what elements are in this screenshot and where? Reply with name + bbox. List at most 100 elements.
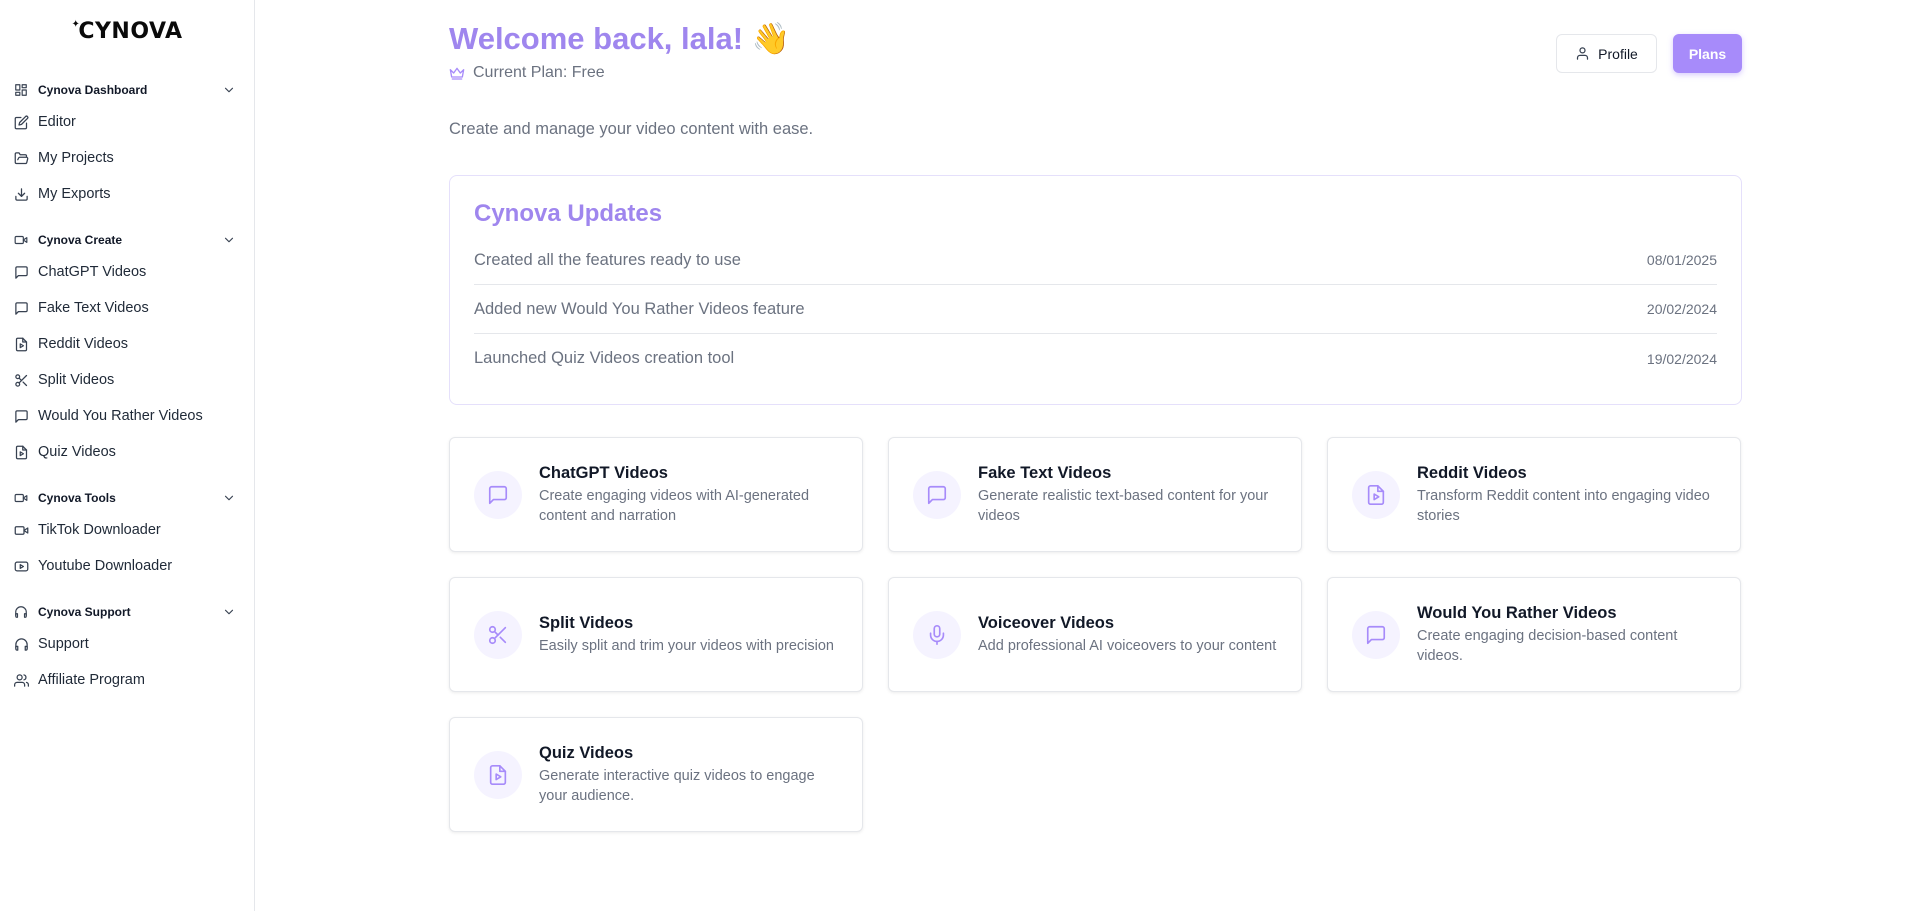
sidebar-item-label: TikTok Downloader xyxy=(38,522,161,538)
card-quiz-videos[interactable]: Quiz Videos Generate interactive quiz vi… xyxy=(449,717,863,832)
message-square-icon xyxy=(14,301,29,316)
card-description: Generate interactive quiz videos to enga… xyxy=(539,767,815,804)
current-plan: Current Plan: Free xyxy=(449,64,605,82)
card-title: Split Videos xyxy=(539,613,634,632)
message-square-icon xyxy=(14,265,29,280)
user-icon xyxy=(1575,46,1590,61)
message-square-icon xyxy=(14,409,29,424)
group-label: Cynova Support xyxy=(38,605,131,619)
chevron-down-icon[interactable] xyxy=(222,233,236,247)
update-row: Created all the features ready to use 08… xyxy=(474,236,1717,285)
card-title: ChatGPT Videos xyxy=(539,463,668,482)
chevron-down-icon[interactable] xyxy=(222,491,236,505)
sidebar-item-label: Split Videos xyxy=(38,372,115,388)
group-label: Cynova Dashboard xyxy=(38,83,148,97)
group-header-create[interactable]: Cynova Create xyxy=(0,226,254,254)
message-square-icon xyxy=(474,470,522,519)
card-title: Would You Rather Videos xyxy=(1417,603,1617,622)
video-icon xyxy=(14,233,28,247)
profile-button[interactable]: Profile xyxy=(1556,34,1657,73)
update-text: Added new Would You Rather Videos featur… xyxy=(474,299,805,318)
nav-group-support: Cynova Support Support Affiliate Program xyxy=(0,598,254,698)
youtube-icon xyxy=(14,559,29,574)
sidebar-item-would-you-rather-videos[interactable]: Would You Rather Videos xyxy=(0,398,254,434)
group-label: Cynova Create xyxy=(38,233,123,247)
sidebar-item-label: Reddit Videos xyxy=(38,336,129,352)
card-would-you-rather-videos[interactable]: Would You Rather Videos Create engaging … xyxy=(1327,577,1741,692)
users-icon xyxy=(14,673,29,688)
chevron-down-icon[interactable] xyxy=(222,605,236,619)
card-description: Transform Reddit content into engaging v… xyxy=(1417,487,1710,524)
chevron-down-icon[interactable] xyxy=(222,83,236,97)
sidebar-item-chatgpt-videos[interactable]: ChatGPT Videos xyxy=(0,254,254,290)
file-video-icon xyxy=(1352,470,1400,519)
updates-title: Cynova Updates xyxy=(474,200,663,227)
sidebar-item-quiz-videos[interactable]: Quiz Videos xyxy=(0,434,254,470)
logo-spark-icon: ✦ xyxy=(71,18,81,30)
edit-icon xyxy=(14,115,29,130)
nav-group-dashboard: Cynova Dashboard Editor My Projects My E… xyxy=(0,76,254,212)
sidebar-item-editor[interactable]: Editor xyxy=(0,104,254,140)
file-video-icon xyxy=(474,750,522,799)
sidebar-item-label: Support xyxy=(38,636,89,652)
update-row: Added new Would You Rather Videos featur… xyxy=(474,285,1717,334)
group-header-support[interactable]: Cynova Support xyxy=(0,598,254,626)
sidebar-item-my-projects[interactable]: My Projects xyxy=(0,140,254,176)
sidebar-item-label: My Projects xyxy=(38,150,114,166)
update-date: 20/02/2024 xyxy=(1646,301,1717,317)
card-title: Reddit Videos xyxy=(1417,463,1527,482)
sidebar-item-support[interactable]: Support xyxy=(0,626,254,662)
page-title: Welcome back, lala! 👋 xyxy=(449,21,791,56)
card-description: Create engaging decision-based content v… xyxy=(1417,627,1678,664)
message-square-icon xyxy=(913,470,961,519)
video-icon xyxy=(14,491,28,505)
card-chatgpt-videos[interactable]: ChatGPT Videos Create engaging videos wi… xyxy=(449,437,863,552)
card-description: Add professional AI voiceovers to your c… xyxy=(978,637,1277,654)
sidebar-item-reddit-videos[interactable]: Reddit Videos xyxy=(0,326,254,362)
message-square-icon xyxy=(1352,610,1400,659)
crown-icon xyxy=(449,65,465,81)
sidebar-item-label: Editor xyxy=(38,114,76,130)
scissors-icon xyxy=(474,610,522,659)
update-text: Launched Quiz Videos creation tool xyxy=(474,349,735,367)
headphones-icon xyxy=(14,637,29,652)
sidebar-item-label: Quiz Videos xyxy=(38,444,116,460)
feature-cards-grid: ChatGPT Videos Create engaging videos wi… xyxy=(449,437,1742,832)
card-reddit-videos[interactable]: Reddit Videos Transform Reddit content i… xyxy=(1327,437,1741,552)
sidebar: ✦ CYNOVA Cynova Dashboard Editor My Proje… xyxy=(0,0,255,911)
update-row: Launched Quiz Videos creation tool 19/02… xyxy=(474,334,1717,383)
card-split-videos[interactable]: Split Videos Easily split and trim your … xyxy=(449,577,863,692)
card-description: Generate realistic text-based content fo… xyxy=(978,487,1269,524)
update-date: 08/01/2025 xyxy=(1646,252,1717,268)
current-plan-text: Current Plan: Free xyxy=(473,64,605,81)
card-title: Fake Text Videos xyxy=(978,463,1112,482)
sidebar-item-split-videos[interactable]: Split Videos xyxy=(0,362,254,398)
group-header-tools[interactable]: Cynova Tools xyxy=(0,484,254,512)
sidebar-item-my-exports[interactable]: My Exports xyxy=(0,176,254,212)
card-title: Voiceover Videos xyxy=(978,613,1115,632)
download-icon xyxy=(14,187,29,202)
updates-panel: Cynova Updates Created all the features … xyxy=(449,175,1742,405)
card-description: Easily split and trim your videos with p… xyxy=(539,637,834,654)
sidebar-item-fake-text-videos[interactable]: Fake Text Videos xyxy=(0,290,254,326)
sidebar-item-youtube-downloader[interactable]: Youtube Downloader xyxy=(0,548,254,584)
sidebar-item-tiktok-downloader[interactable]: TikTok Downloader xyxy=(0,512,254,548)
sidebar-item-label: Youtube Downloader xyxy=(38,558,173,574)
cynova-logo[interactable]: ✦ CYNOVA xyxy=(0,0,254,62)
sidebar-item-label: ChatGPT Videos xyxy=(38,264,147,280)
file-video-icon xyxy=(14,337,29,352)
update-text: Created all the features ready to use xyxy=(474,250,741,269)
layout-dashboard-icon xyxy=(14,83,28,97)
sidebar-item-affiliate-program[interactable]: Affiliate Program xyxy=(0,662,254,698)
sidebar-item-label: Fake Text Videos xyxy=(38,300,149,316)
logo-text: CYNOVA xyxy=(78,18,183,44)
card-voiceover-videos[interactable]: Voiceover Videos Add professional AI voi… xyxy=(888,577,1302,692)
card-fake-text-videos[interactable]: Fake Text Videos Generate realistic text… xyxy=(888,437,1302,552)
group-header-dashboard[interactable]: Cynova Dashboard xyxy=(0,76,254,104)
nav-group-tools: Cynova Tools TikTok Downloader Youtube D… xyxy=(0,484,254,584)
folder-open-icon xyxy=(14,151,29,166)
plans-button[interactable]: Plans xyxy=(1673,34,1742,73)
mic-icon xyxy=(913,610,961,659)
update-date: 19/02/2024 xyxy=(1646,350,1717,367)
sidebar-item-label: Affiliate Program xyxy=(38,672,145,688)
